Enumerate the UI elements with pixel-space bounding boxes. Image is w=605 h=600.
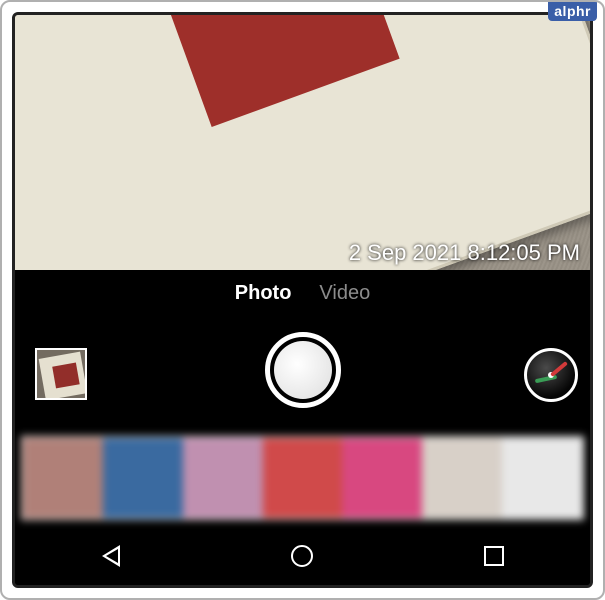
- settings-dial[interactable]: [524, 348, 578, 402]
- recent-apps-button[interactable]: [481, 543, 507, 569]
- recent-apps-icon: [484, 546, 504, 566]
- last-photo-thumbnail[interactable]: [35, 348, 87, 400]
- home-icon: [291, 545, 313, 567]
- shutter-button[interactable]: [265, 332, 341, 408]
- gallery-strip[interactable]: [21, 436, 584, 520]
- camera-viewfinder[interactable]: 2 Sep 2021 8:12:05 PM: [15, 15, 590, 270]
- mode-video[interactable]: Video: [319, 282, 370, 305]
- viewfinder-subject-red-square: [157, 15, 400, 127]
- home-button[interactable]: [289, 543, 315, 569]
- shutter-icon: [274, 341, 332, 399]
- timestamp-overlay: 2 Sep 2021 8:12:05 PM: [349, 240, 580, 266]
- mode-photo[interactable]: Photo: [235, 282, 292, 305]
- thumbnail-preview: [39, 352, 87, 400]
- mode-switcher: Photo Video: [15, 270, 590, 305]
- device-screen: 2 Sep 2021 8:12:05 PM Photo Video: [12, 12, 593, 588]
- viewfinder-subject-board: [15, 15, 590, 270]
- android-nav-bar: [15, 526, 590, 586]
- screenshot-frame: alphr 2 Sep 2021 8:12:05 PM Photo Video: [0, 0, 605, 600]
- back-button[interactable]: [98, 543, 124, 569]
- camera-controls: Photo Video: [15, 270, 590, 430]
- watermark-badge: alphr: [548, 2, 597, 21]
